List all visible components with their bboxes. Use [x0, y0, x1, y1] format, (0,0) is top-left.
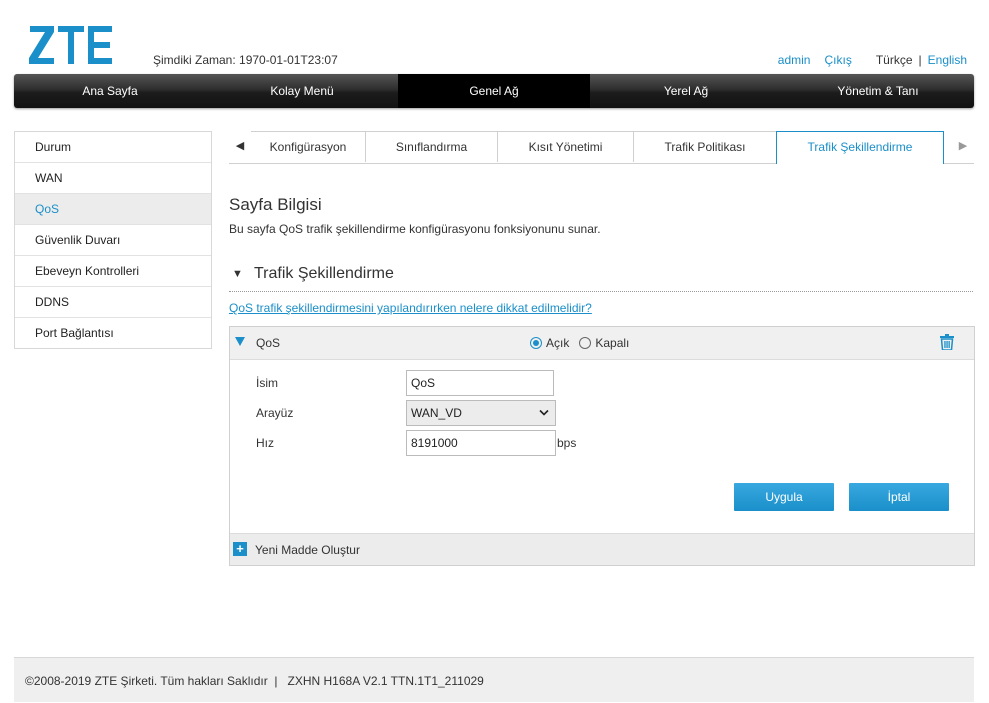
row-interface: Arayüz WAN_VD [256, 400, 556, 426]
footer-text: ©2008-2019 ZTE Şirketi. Tüm hakları Sakl… [25, 674, 484, 688]
sidebar-item-qos[interactable]: QoS [15, 194, 211, 225]
sidebar-item-ddns[interactable]: DDNS [15, 287, 211, 318]
radio-off[interactable] [579, 337, 592, 349]
clock-value: 1970-01-01T23:07 [239, 53, 338, 67]
plus-icon[interactable]: + [233, 542, 247, 556]
name-input[interactable]: QoS [406, 370, 554, 396]
interface-value: WAN_VD [411, 406, 462, 420]
section-title: Trafik Şekillendirme [254, 265, 394, 282]
zte-logo [28, 24, 114, 66]
qos-entry-panel: QoS Açık Kapalı İsim QoS Arayüz WAN_VD H… [229, 326, 975, 566]
logout-link[interactable]: Çıkış [824, 53, 851, 67]
collapse-triangle-icon[interactable]: ▼ [232, 268, 243, 280]
nav-ana-sayfa[interactable]: Ana Sayfa [14, 74, 206, 108]
entry-name: QoS [256, 336, 281, 350]
rate-unit: bps [557, 436, 577, 450]
current-time: Şimdiki Zaman: 1970-01-01T23:07 [153, 53, 338, 67]
radio-on[interactable] [530, 337, 542, 349]
trash-icon[interactable] [940, 334, 954, 353]
section-header[interactable]: ▼ Trafik Şekillendirme [229, 262, 973, 292]
tab-trafik-politikasi[interactable]: Trafik Politikası [633, 131, 777, 162]
tab-scroll-left-icon[interactable]: ◀ [229, 131, 251, 162]
page-title: Sayfa Bilgisi [229, 195, 322, 214]
tab-siniflandirma[interactable]: Sınıflandırma [365, 131, 498, 162]
nav-yonetim-tani[interactable]: Yönetim & Tanı [782, 74, 974, 108]
interface-select[interactable]: WAN_VD [406, 400, 556, 426]
apply-button[interactable]: Uygula [734, 483, 834, 511]
row-rate: Hız 8191000 bps [256, 430, 576, 456]
sidebar-item-durum[interactable]: Durum [15, 132, 211, 163]
sidebar-item-firewall[interactable]: Güvenlik Duvarı [15, 225, 211, 256]
sidebar: Durum WAN QoS Güvenlik Duvarı Ebeveyn Ko… [14, 131, 212, 349]
rate-input[interactable]: 8191000 [406, 430, 556, 456]
sub-tabs: ◀ Konfigürasyon Sınıflandırma Kısıt Yöne… [229, 131, 974, 164]
sidebar-item-port-forwarding[interactable]: Port Bağlantısı [15, 318, 211, 348]
sidebar-item-wan[interactable]: WAN [15, 163, 211, 194]
main-nav: Ana Sayfa Kolay Menü Genel Ağ Yerel Ağ Y… [14, 74, 974, 108]
page-description: Bu sayfa QoS trafik şekillendirme konfig… [229, 222, 601, 236]
lang-english-link[interactable]: English [928, 53, 967, 67]
nav-genel-ag[interactable]: Genel Ağ [398, 74, 590, 108]
tab-scroll-right-icon[interactable]: ▶ [952, 131, 974, 162]
tab-trafik-sekillendirme[interactable]: Trafik Şekillendirme [776, 131, 944, 164]
footer: ©2008-2019 ZTE Şirketi. Tüm hakları Sakl… [14, 657, 974, 702]
rate-label: Hız [256, 436, 274, 450]
cancel-button[interactable]: İptal [849, 483, 949, 511]
zte-logo-mark [29, 26, 112, 64]
row-name: İsim QoS [256, 370, 554, 396]
radio-off-label[interactable]: Kapalı [595, 336, 629, 350]
clock-label: Şimdiki Zaman: [153, 53, 236, 67]
help-link[interactable]: QoS trafik şekillendirmesini yapılandırı… [229, 301, 592, 315]
interface-label: Arayüz [256, 406, 294, 420]
tab-konfigurasyon[interactable]: Konfigürasyon [251, 131, 366, 162]
new-item-row[interactable]: + Yeni Madde Oluştur [230, 533, 974, 565]
header-links: admin Çıkış Türkçe | English [778, 53, 967, 67]
name-label: İsim [256, 376, 278, 390]
new-item-label[interactable]: Yeni Madde Oluştur [255, 543, 360, 557]
sidebar-item-parental-controls[interactable]: Ebeveyn Kontrolleri [15, 256, 211, 287]
nav-yerel-ag[interactable]: Yerel Ağ [590, 74, 782, 108]
nav-kolay-menu[interactable]: Kolay Menü [206, 74, 398, 108]
user-link[interactable]: admin [778, 53, 811, 67]
chevron-down-icon [539, 409, 549, 416]
radio-on-label[interactable]: Açık [546, 336, 569, 350]
entry-collapse-icon[interactable] [235, 337, 245, 346]
lang-separator: | [918, 53, 922, 67]
entry-header: QoS Açık Kapalı [230, 327, 974, 360]
enable-radio-group: Açık Kapalı [530, 336, 629, 350]
tab-kisit-yonetimi[interactable]: Kısıt Yönetimi [497, 131, 634, 162]
lang-current: Türkçe [875, 53, 913, 67]
